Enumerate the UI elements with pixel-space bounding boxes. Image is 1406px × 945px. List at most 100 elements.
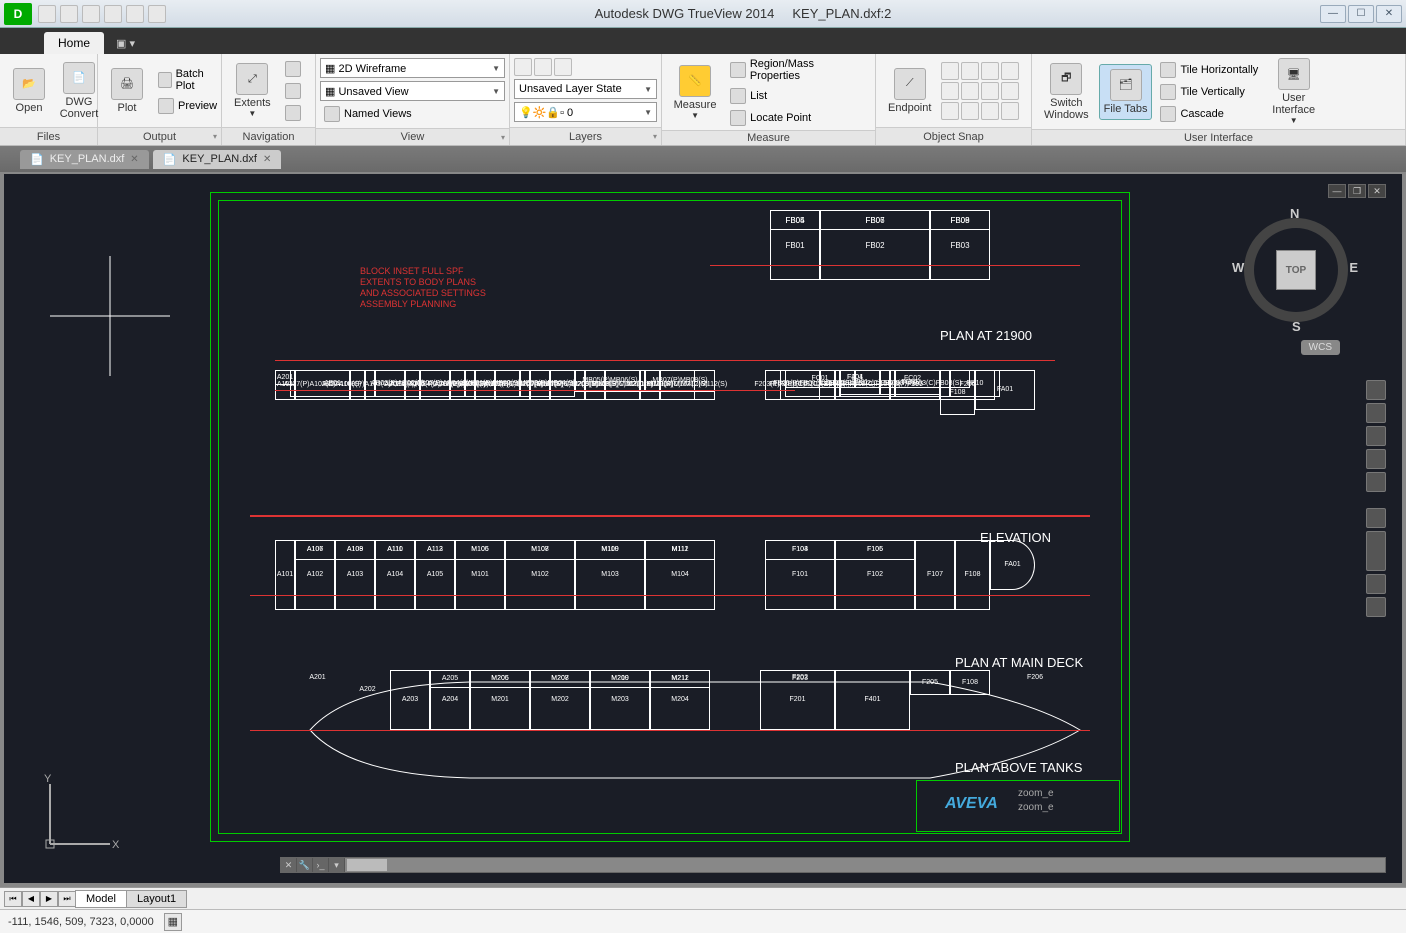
view-cube-face[interactable]: TOP — [1276, 250, 1316, 290]
layer-state-value: Unsaved Layer State — [519, 83, 622, 95]
block-a204-at: A204 — [430, 670, 470, 730]
wcs-indicator[interactable]: WCS — [1301, 340, 1340, 355]
mdi-restore-button[interactable]: ❐ — [1348, 184, 1366, 198]
cascade-button[interactable]: Cascade — [1156, 104, 1262, 124]
close-button[interactable]: ✕ — [1376, 5, 1402, 23]
osnap-nod-icon[interactable] — [981, 102, 999, 120]
file-tab-2[interactable]: 📄 KEY_PLAN.dxf✕ — [153, 150, 282, 169]
close-icon[interactable]: ✕ — [263, 154, 271, 165]
qat-dropdown-icon[interactable] — [148, 5, 166, 23]
layout-nav-prev[interactable]: ◀ — [22, 891, 40, 907]
layout-tab-layout1[interactable]: Layout1 — [126, 890, 187, 908]
osnap-tan-icon[interactable] — [981, 82, 999, 100]
status-grid-button[interactable]: ▦ — [164, 913, 182, 931]
qat-plot-icon[interactable] — [60, 5, 78, 23]
nav-extra-icon[interactable] — [1366, 597, 1386, 617]
layout-nav-next[interactable]: ▶ — [40, 891, 58, 907]
nav-zoom-slider[interactable] — [1366, 531, 1386, 571]
visual-style-dropdown[interactable]: ▦ 2D Wireframe▼ — [320, 58, 505, 78]
nav-pan-icon[interactable] — [1366, 403, 1386, 423]
osnap-nea-icon[interactable] — [1001, 102, 1019, 120]
file-tabs-label: File Tabs — [1104, 103, 1148, 115]
osnap-qua-icon[interactable] — [961, 82, 979, 100]
osnap-appint-icon[interactable] — [981, 62, 999, 80]
open-button[interactable]: 📂Open — [6, 66, 52, 116]
cmd-prompt-icon[interactable]: ›_ — [313, 858, 329, 872]
view-cube[interactable]: TOP N S E W — [1236, 210, 1356, 330]
drawing-note: BLOCK INSET FULL SPFEXTENTS TO BODY PLAN… — [360, 266, 486, 310]
close-icon[interactable]: ✕ — [130, 154, 138, 165]
endpoint-button[interactable]: ⟋Endpoint — [882, 66, 937, 116]
compass-n[interactable]: N — [1290, 206, 1299, 221]
layer-props-icon[interactable] — [514, 58, 532, 76]
centerline — [250, 595, 1090, 596]
tab-extras[interactable]: ▣ ▾ — [106, 33, 145, 54]
current-layer-dropdown[interactable]: 💡🔆🔒▫ 0▼ — [514, 102, 657, 122]
compass-s[interactable]: S — [1292, 319, 1301, 334]
nav-orbit-icon[interactable] — [1366, 449, 1386, 469]
cmd-dropdown-icon[interactable]: ▾ — [329, 858, 345, 872]
block-a202: A202 — [295, 370, 365, 400]
named-views-button[interactable]: Named Views — [320, 104, 505, 124]
tile-vertical-button[interactable]: Tile Vertically — [1156, 82, 1262, 102]
osnap-per-icon[interactable] — [1001, 82, 1019, 100]
layer-state-dropdown[interactable]: Unsaved Layer State▼ — [514, 79, 657, 99]
compass-e[interactable]: E — [1349, 260, 1358, 275]
qat-publish-icon[interactable] — [104, 5, 122, 23]
measure-button[interactable]: 📏Measure▼ — [668, 63, 722, 122]
region-mass-button[interactable]: Region/Mass Properties — [726, 56, 869, 84]
block-f206-at: F206 — [1010, 670, 1060, 686]
horizontal-scrollbar[interactable]: ✕ 🔧 ›_ ▾ — [280, 857, 1386, 873]
zoom-button[interactable] — [281, 103, 305, 123]
nav-plus-icon[interactable] — [1366, 508, 1386, 528]
osnap-int-icon[interactable] — [961, 62, 979, 80]
cmd-close-icon[interactable]: ✕ — [281, 858, 297, 872]
switch-windows-button[interactable]: 🗗Switch Windows — [1038, 61, 1095, 123]
saved-view-dropdown[interactable]: ▦ Unsaved View▼ — [320, 81, 505, 101]
locate-point-button[interactable]: Locate Point — [726, 108, 869, 128]
compass-w[interactable]: W — [1232, 260, 1244, 275]
maximize-button[interactable]: ☐ — [1348, 5, 1374, 23]
nav-minus-icon[interactable] — [1366, 574, 1386, 594]
block-f106-md: F106 — [835, 540, 915, 560]
osnap-mid-icon[interactable] — [941, 62, 959, 80]
tab-home[interactable]: Home — [44, 32, 104, 54]
layer-freeze-icon[interactable] — [534, 58, 552, 76]
extents-button[interactable]: ⤢Extents▼ — [228, 61, 277, 120]
osnap-ext-icon[interactable] — [1001, 62, 1019, 80]
preview-button[interactable]: Preview — [154, 96, 221, 116]
nav-wheel-icon[interactable] — [1366, 380, 1386, 400]
file-tabs-button[interactable]: 🗂 File Tabs — [1099, 64, 1153, 120]
drawing-area[interactable]: — ❐ ✕ BLOCK INSET FULL SPFEXTENTS TO BOD… — [0, 172, 1406, 887]
qat-open-icon[interactable] — [38, 5, 56, 23]
batch-plot-button[interactable]: Batch Plot — [154, 66, 221, 94]
app-logo[interactable]: D — [4, 3, 32, 25]
cmd-wrench-icon[interactable]: 🔧 — [297, 858, 313, 872]
layer-off-icon[interactable] — [554, 58, 572, 76]
layout-nav-first[interactable]: ⏮ — [4, 891, 22, 907]
list-button[interactable]: List — [726, 86, 869, 106]
printer-icon: 🖨 — [111, 68, 143, 100]
pan-button[interactable] — [281, 59, 305, 79]
osnap-ins-icon[interactable] — [961, 102, 979, 120]
tile-horizontal-button[interactable]: Tile Horizontally — [1156, 60, 1262, 80]
plot-button[interactable]: 🖨Plot — [104, 66, 150, 116]
mdi-minimize-button[interactable]: — — [1328, 184, 1346, 198]
nav-zoom-icon[interactable] — [1366, 426, 1386, 446]
mdi-close-button[interactable]: ✕ — [1368, 184, 1386, 198]
osnap-cen-icon[interactable] — [941, 82, 959, 100]
nav-showmotion-icon[interactable] — [1366, 472, 1386, 492]
layout-nav-last[interactable]: ⏭ — [58, 891, 76, 907]
qat-undo-icon[interactable] — [126, 5, 144, 23]
label-plan-21900: PLAN AT 21900 — [940, 328, 1032, 343]
scrollbar-thumb[interactable] — [347, 859, 387, 871]
file-tab-1[interactable]: 📄 KEY_PLAN.dxf✕ — [20, 150, 149, 169]
qat-preview-icon[interactable] — [82, 5, 100, 23]
user-interface-button[interactable]: 🖥User Interface▼ — [1266, 56, 1321, 127]
dwg-convert-button[interactable]: 📄DWG Convert — [56, 60, 102, 122]
minimize-button[interactable]: — — [1320, 5, 1346, 23]
osnap-par-icon[interactable] — [941, 102, 959, 120]
orbit-button[interactable] — [281, 81, 305, 101]
layout-tab-model[interactable]: Model — [75, 890, 127, 908]
file-tabs-icon: 🗂 — [1110, 69, 1142, 101]
